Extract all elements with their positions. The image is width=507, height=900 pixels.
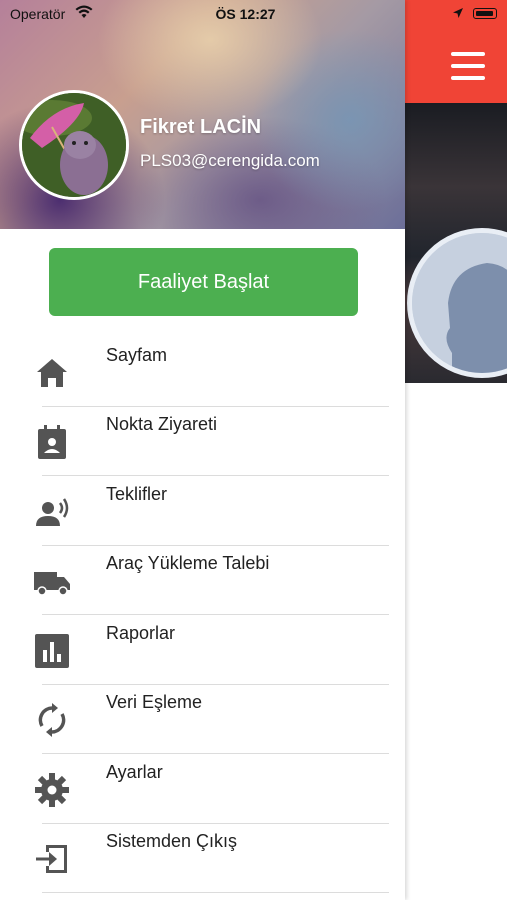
visit-clipboard-icon [32,422,72,462]
menu-item-label: Sistemden Çıkış [106,831,238,851]
menu-item-label: Sayfam [106,345,168,365]
battery-icon [473,8,497,19]
menu-item-nokta-ziyareti[interactable]: Nokta Ziyareti [0,406,405,476]
bar-chart-icon [32,631,72,671]
menu-item-label: Veri Eşleme [106,692,203,712]
menu-item-label: Araç Yükleme Talebi [106,553,270,573]
home-icon [32,353,72,393]
background-screen [405,0,507,900]
hamburger-menu-icon[interactable] [451,52,485,80]
menu-item-sayfam[interactable]: Sayfam [0,337,405,407]
logout-icon [32,839,72,879]
menu-item-sistemden-cikis[interactable]: Sistemden Çıkış [0,823,405,893]
gear-icon [32,770,72,810]
status-bar: Operatör ÖS 12:27 [0,0,507,28]
location-arrow-icon [452,6,464,22]
drawer-header: Fikret LACİN PLS03@cerengida.com [0,0,405,229]
clock: ÖS 12:27 [215,6,276,22]
profile-avatar[interactable] [19,90,129,200]
truck-icon [32,561,72,601]
menu-item-ayarlar[interactable]: Ayarlar [0,754,405,824]
menu-item-arac-yukleme-talebi[interactable]: Araç Yükleme Talebi [0,545,405,615]
profile-email: PLS03@cerengida.com [140,151,320,170]
menu-item-label: Nokta Ziyareti [106,414,218,434]
menu-item-raporlar[interactable]: Raporlar [0,615,405,685]
menu-item-label: Teklifler [106,484,168,504]
divider [42,892,389,893]
start-activity-button[interactable]: Faaliyet Başlat [49,248,358,316]
menu-item-label: Ayarlar [106,762,163,782]
menu-item-label: Raporlar [106,623,176,643]
navigation-drawer: Fikret LACİN PLS03@cerengida.com Faaliye… [0,0,405,900]
sync-icon [32,700,72,740]
menu-item-veri-esleme[interactable]: Veri Eşleme [0,684,405,754]
menu-item-teklifler[interactable]: Teklifler [0,476,405,546]
profile-name: Fikret LACİN [140,116,262,138]
speaking-person-icon [32,492,72,532]
